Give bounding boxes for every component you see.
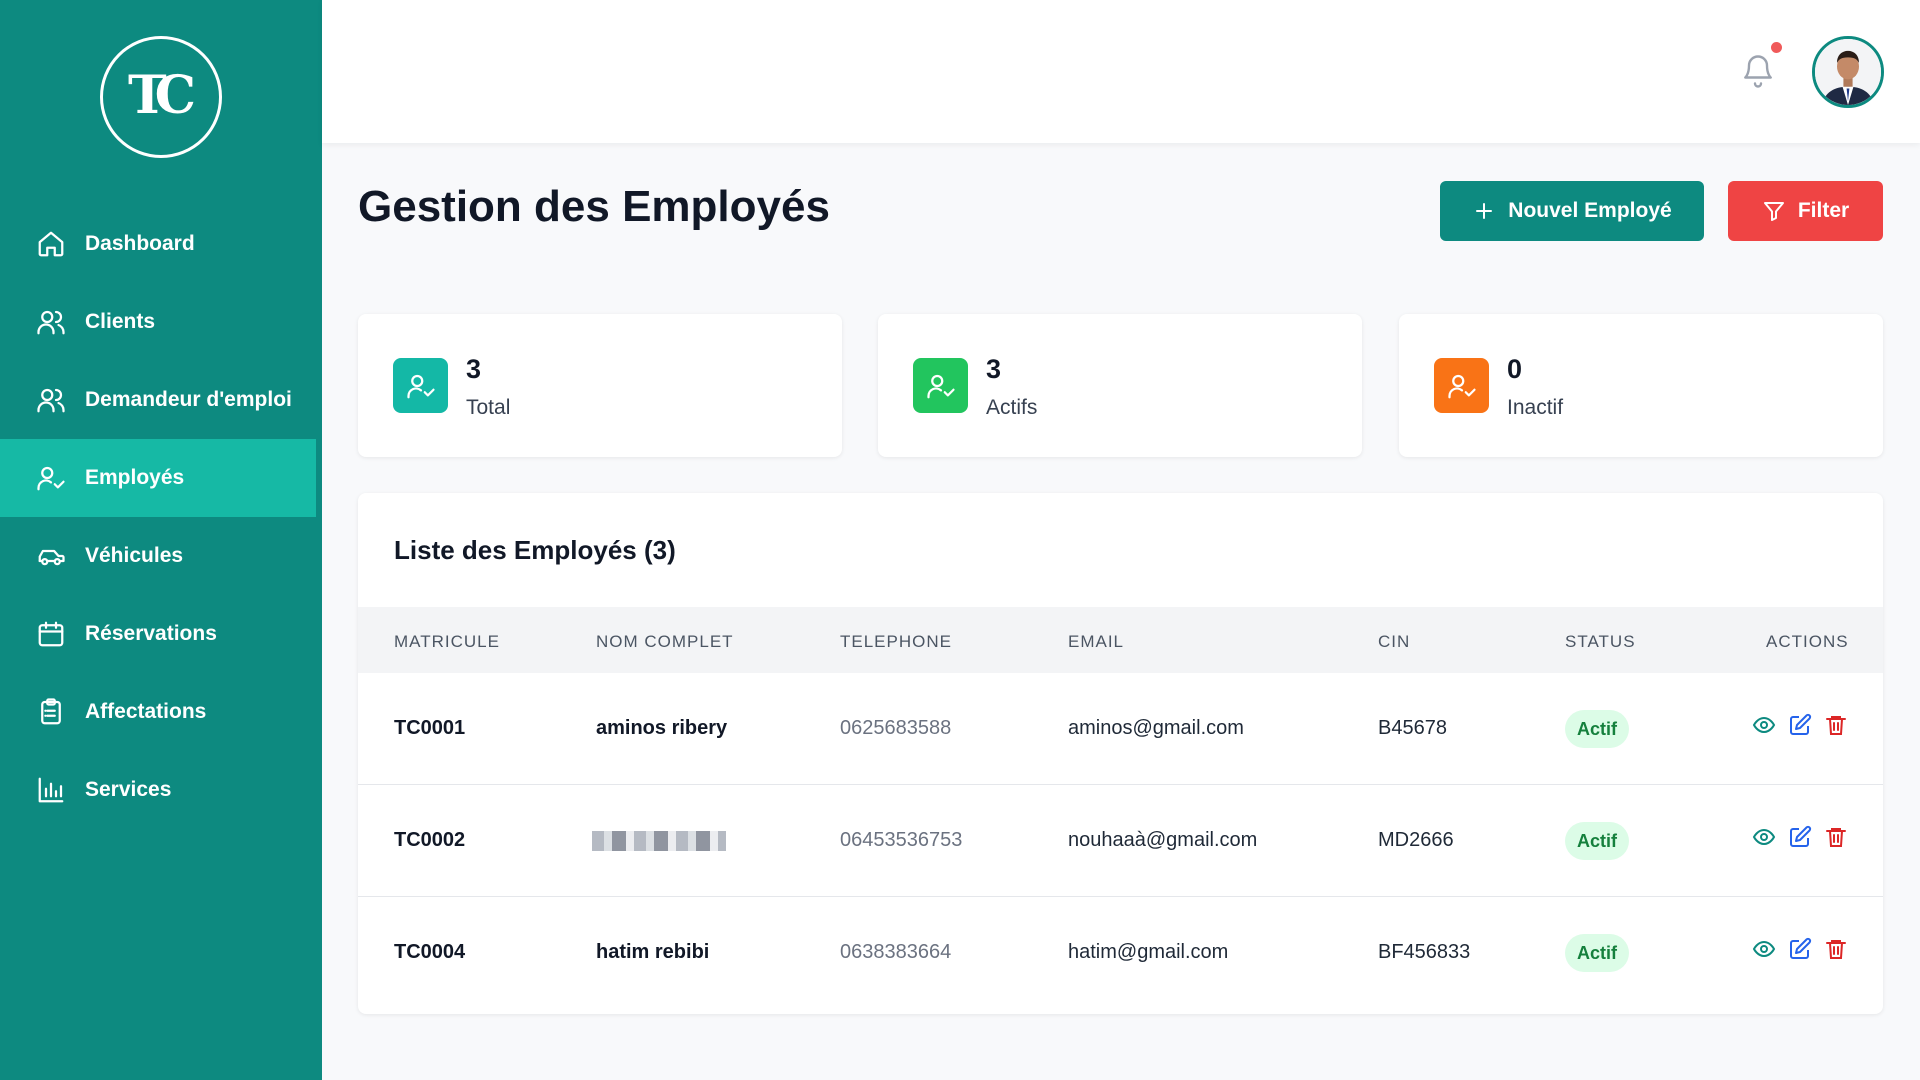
- user-check-icon: [36, 463, 66, 493]
- brand-logo[interactable]: TC: [100, 36, 222, 158]
- stat-label: Actifs: [986, 396, 1038, 419]
- sidebar-item-affectations[interactable]: Affectations: [0, 673, 322, 751]
- sidebar-item-label: Clients: [85, 310, 156, 333]
- filter-icon: [1762, 199, 1798, 223]
- cell-cin: BF456833: [1378, 941, 1471, 963]
- sidebar: TC Dashboard Clients Demandeur d'emploi …: [0, 0, 322, 1080]
- page-title: Gestion des Employés: [358, 182, 830, 231]
- sidebar-item-label: Véhicules: [85, 544, 184, 567]
- plus-icon: [1472, 199, 1508, 223]
- new-employee-label: Nouvel Employé: [1508, 199, 1672, 222]
- topbar: [322, 0, 1920, 143]
- sidebar-item-employes[interactable]: Employés: [0, 439, 316, 517]
- edit-icon[interactable]: [1788, 713, 1812, 737]
- stat-label: Inactif: [1507, 396, 1564, 419]
- column-header: STATUS: [1565, 632, 1636, 651]
- stat-card-total: 3 Total: [358, 314, 842, 457]
- users-icon: [36, 385, 66, 415]
- filter-label: Filter: [1797, 199, 1850, 222]
- table-row[interactable]: TC0002 06453536753 nouhaaà@gmail.com MD2…: [358, 785, 1883, 897]
- column-header: EMAIL: [1068, 632, 1125, 651]
- cell-telephone: 06453536753: [840, 829, 963, 851]
- sidebar-item-label: Dashboard: [85, 232, 195, 255]
- user-check-icon: [393, 358, 448, 413]
- table-header: MATRICULE NOM COMPLET TELEPHONE EMAIL CI…: [358, 607, 1883, 673]
- stat-label: Total: [466, 396, 511, 419]
- sidebar-item-label: Affectations: [85, 700, 207, 723]
- logo-text: TC: [127, 64, 196, 126]
- car-icon: [36, 541, 66, 571]
- sidebar-item-dashboard[interactable]: Dashboard: [0, 205, 322, 283]
- users-icon: [36, 307, 66, 337]
- home-icon: [36, 229, 66, 259]
- column-header: CIN: [1378, 632, 1411, 651]
- table-title: Liste des Employés (3): [394, 535, 676, 565]
- table-row[interactable]: TC0004 hatim rebibi 0638383664 hatim@gma…: [358, 897, 1883, 1009]
- eye-icon[interactable]: [1752, 937, 1776, 961]
- sidebar-item-label: Employés: [85, 466, 185, 489]
- eye-icon[interactable]: [1752, 713, 1776, 737]
- calendar-icon: [36, 619, 66, 649]
- sidebar-item-demandeur[interactable]: Demandeur d'emploi: [0, 361, 322, 439]
- cell-telephone: 0638383664: [840, 941, 952, 963]
- sidebar-item-label: Demandeur d'emploi: [85, 388, 292, 411]
- sidebar-item-reservations[interactable]: Réservations: [0, 595, 322, 673]
- stat-value: 3: [466, 354, 482, 384]
- sidebar-nav: Dashboard Clients Demandeur d'emploi Emp…: [0, 205, 322, 829]
- stat-card-inactif: 0 Inactif: [1399, 314, 1883, 457]
- sidebar-item-services[interactable]: Services: [0, 751, 322, 829]
- cell-matricule: TC0002: [394, 829, 466, 851]
- clipboard-list-icon: [36, 697, 66, 727]
- stat-card-actifs: 3 Actifs: [878, 314, 1362, 457]
- cell-nom: aminos ribery: [596, 717, 728, 739]
- avatar-image: [1815, 39, 1881, 105]
- sidebar-item-vehicules[interactable]: Véhicules: [0, 517, 322, 595]
- cell-cin: B45678: [1378, 717, 1447, 739]
- notification-button[interactable]: [1740, 42, 1782, 94]
- sidebar-item-clients[interactable]: Clients: [0, 283, 322, 361]
- row-actions: [1752, 713, 1848, 737]
- cell-email: hatim@gmail.com: [1068, 941, 1229, 963]
- bell-icon: [1740, 55, 1776, 94]
- trash-icon[interactable]: [1824, 713, 1848, 737]
- notification-dot: [1771, 42, 1782, 53]
- user-check-icon: [913, 358, 968, 413]
- stat-value: 0: [1507, 354, 1523, 384]
- row-actions: [1752, 937, 1848, 961]
- cell-matricule: TC0004: [394, 941, 466, 963]
- sidebar-item-label: Réservations: [85, 622, 217, 645]
- avatar[interactable]: [1812, 36, 1884, 108]
- cell-matricule: TC0001: [394, 717, 466, 739]
- edit-icon[interactable]: [1788, 937, 1812, 961]
- trash-icon[interactable]: [1824, 825, 1848, 849]
- user-x-icon: [1434, 358, 1489, 413]
- employees-table-card: Liste des Employés (3) MATRICULE NOM COM…: [358, 493, 1883, 1014]
- column-header: NOM COMPLET: [596, 632, 734, 651]
- status-badge: Actif: [1565, 822, 1629, 860]
- column-header: ACTIONS: [1766, 632, 1849, 651]
- column-header: TELEPHONE: [840, 632, 952, 651]
- cell-nom-redacted: [592, 831, 726, 851]
- sidebar-item-label: Services: [85, 778, 172, 801]
- column-header: MATRICULE: [394, 632, 500, 651]
- cell-telephone: 0625683588: [840, 717, 952, 739]
- status-badge: Actif: [1565, 934, 1629, 972]
- status-badge: Actif: [1565, 710, 1629, 748]
- edit-icon[interactable]: [1788, 825, 1812, 849]
- trash-icon[interactable]: [1824, 937, 1848, 961]
- cell-email: nouhaaà@gmail.com: [1068, 829, 1258, 851]
- cell-email: aminos@gmail.com: [1068, 717, 1244, 739]
- bar-chart-icon: [36, 775, 66, 805]
- cell-cin: MD2666: [1378, 829, 1454, 851]
- filter-button[interactable]: Filter: [1728, 181, 1883, 241]
- new-employee-button[interactable]: Nouvel Employé: [1440, 181, 1704, 241]
- cell-nom: hatim rebibi: [596, 941, 710, 963]
- row-actions: [1752, 825, 1848, 849]
- stat-value: 3: [986, 354, 1002, 384]
- eye-icon[interactable]: [1752, 825, 1776, 849]
- table-row[interactable]: TC0001 aminos ribery 0625683588 aminos@g…: [358, 673, 1883, 785]
